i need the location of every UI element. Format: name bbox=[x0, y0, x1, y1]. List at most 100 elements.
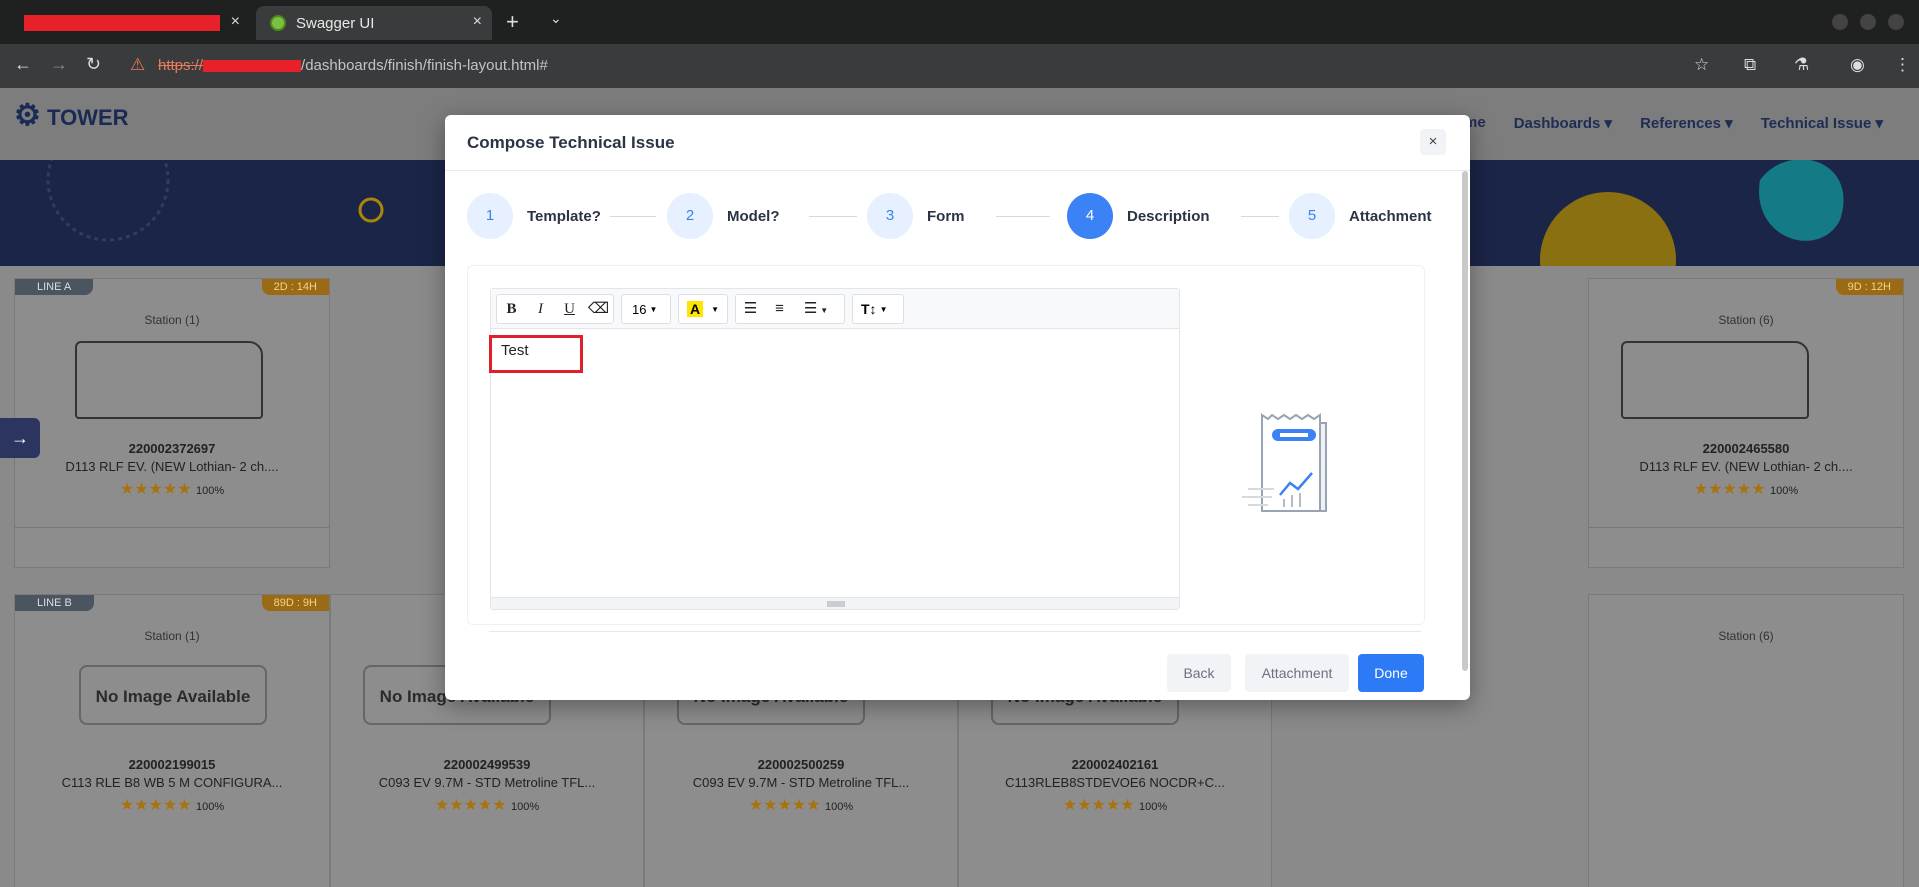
editor-content[interactable]: Test bbox=[489, 330, 1179, 598]
bus-card[interactable]: LINE B 89D : 9H Station (1) No Image Ava… bbox=[14, 594, 330, 887]
window-minimize-button[interactable] bbox=[1832, 14, 1848, 30]
underline-button[interactable]: U bbox=[555, 295, 584, 323]
step-number: 5 bbox=[1289, 193, 1335, 239]
step-description[interactable]: 4 Description bbox=[1067, 193, 1210, 239]
modal-title: Compose Technical Issue bbox=[467, 133, 675, 152]
rating-stars: ★★★★★ 100% bbox=[1693, 481, 1799, 498]
tower-logo[interactable]: ⚙ TOWER bbox=[14, 98, 129, 133]
numbered-list-icon[interactable]: ≡ bbox=[765, 295, 794, 323]
modal-header: Compose Technical Issue × bbox=[445, 115, 1470, 171]
line-height-icon: T↕ bbox=[861, 301, 877, 317]
rich-text-editor: B I U ⌫ 16 ▼ A ▼ ☰ ≡ ☰ ▼ T↕ ▼ Test bbox=[489, 288, 1180, 610]
back-button[interactable]: Back bbox=[1167, 654, 1231, 692]
attachment-button[interactable]: Attachment bbox=[1245, 654, 1349, 692]
menu-kebab-icon[interactable]: ⋮ bbox=[1894, 55, 1911, 75]
time-tag: 9D : 12H bbox=[1835, 279, 1903, 295]
step-template[interactable]: 1 Template? bbox=[467, 193, 601, 239]
bullet-list-icon[interactable]: ☰ bbox=[736, 295, 765, 323]
editor-resize-handle[interactable] bbox=[491, 597, 1179, 609]
card-footer bbox=[1589, 527, 1903, 567]
time-tag: 89D : 9H bbox=[261, 595, 329, 611]
bus-image bbox=[1621, 341, 1809, 419]
font-size-dropdown[interactable]: 16 ▼ bbox=[621, 294, 671, 324]
site-nav: me Dashboards ▾ References ▾ Technical I… bbox=[1464, 114, 1883, 132]
step-label: Attachment bbox=[1349, 207, 1432, 225]
browser-tab-redacted[interactable]: × bbox=[14, 6, 250, 40]
rating-stars: ★★★★★ 100% bbox=[434, 797, 540, 814]
step-model[interactable]: 2 Model? bbox=[667, 193, 780, 239]
step-connector bbox=[996, 216, 1050, 217]
editor-toolbar: B I U ⌫ 16 ▼ A ▼ ☰ ≡ ☰ ▼ T↕ ▼ bbox=[491, 289, 1179, 329]
description-panel: B I U ⌫ 16 ▼ A ▼ ☰ ≡ ☰ ▼ T↕ ▼ Test bbox=[467, 265, 1425, 625]
step-number: 3 bbox=[867, 193, 913, 239]
reload-icon[interactable]: ↻ bbox=[86, 54, 101, 75]
url-field[interactable]: https:// /dashboards/finish/finish-layout… bbox=[158, 57, 548, 74]
back-arrow-icon[interactable]: ← bbox=[14, 54, 32, 75]
step-connector bbox=[1241, 216, 1279, 217]
step-attachment[interactable]: 5 Attachment bbox=[1289, 193, 1432, 239]
modal-close-button[interactable]: × bbox=[1420, 129, 1446, 155]
chevron-down-icon: ▼ bbox=[879, 304, 888, 314]
step-label: Model? bbox=[727, 207, 780, 225]
station-label: Station (1) bbox=[144, 629, 200, 643]
bus-image bbox=[75, 341, 263, 419]
align-dropdown-icon[interactable]: ☰ ▼ bbox=[794, 295, 838, 323]
window-close-button[interactable] bbox=[1888, 14, 1904, 30]
highlight-color-group[interactable]: A ▼ bbox=[678, 294, 728, 324]
bus-id: 220002465580 bbox=[1702, 441, 1790, 456]
window-maximize-button[interactable] bbox=[1860, 14, 1876, 30]
step-form[interactable]: 3 Form bbox=[867, 193, 965, 239]
step-number: 1 bbox=[467, 193, 513, 239]
done-button[interactable]: Done bbox=[1358, 654, 1424, 692]
nav-references[interactable]: References ▾ bbox=[1640, 114, 1733, 132]
step-label: Form bbox=[927, 207, 965, 225]
bold-button[interactable]: B bbox=[497, 295, 526, 323]
bus-id: 220002402161 bbox=[1071, 757, 1159, 772]
tab-close-icon[interactable]: × bbox=[231, 13, 240, 31]
chevron-down-icon: ▼ bbox=[649, 304, 658, 314]
bus-card[interactable]: LINE A 2D : 14H Station (1) 220002372697… bbox=[14, 278, 330, 568]
footer-divider bbox=[489, 631, 1421, 632]
bus-card[interactable]: Station (6) bbox=[1588, 594, 1904, 887]
bus-desc: C093 EV 9.7M - STD Metroline TFL... bbox=[378, 775, 596, 790]
tab-list-chevron-icon[interactable]: ⌄ bbox=[550, 10, 562, 27]
station-label: Station (6) bbox=[1718, 313, 1774, 327]
eraser-icon[interactable]: ⌫ bbox=[584, 295, 613, 323]
nav-dashboards[interactable]: Dashboards ▾ bbox=[1514, 114, 1612, 132]
station-label: Station (6) bbox=[1718, 629, 1774, 643]
profile-icon[interactable]: ◉ bbox=[1850, 55, 1865, 75]
bus-id: 220002500259 bbox=[757, 757, 845, 772]
bus-card[interactable]: 9D : 12H Station (6) 220002465580 D113 R… bbox=[1588, 278, 1904, 568]
browser-tab-swagger[interactable]: Swagger UI × bbox=[256, 6, 492, 40]
modal-scrollbar[interactable] bbox=[1462, 171, 1468, 671]
bookmark-star-icon[interactable]: ☆ bbox=[1694, 55, 1709, 75]
browser-addressbar: ← → ↻ ⚠ https:// /dashboards/finish/finis… bbox=[0, 44, 1919, 88]
list-group: ☰ ≡ ☰ ▼ bbox=[735, 294, 845, 324]
font-size-value: 16 bbox=[632, 301, 647, 317]
station-label: Station (1) bbox=[144, 313, 200, 327]
rating-stars: ★★★★★ 100% bbox=[748, 797, 854, 814]
step-number: 4 bbox=[1067, 193, 1113, 239]
highlight-a-icon: A bbox=[687, 301, 704, 317]
redacted-tab-title bbox=[24, 15, 220, 31]
tab-close-icon[interactable]: × bbox=[473, 13, 482, 31]
side-arrow-right-icon[interactable]: → bbox=[0, 418, 40, 458]
italic-button[interactable]: I bbox=[526, 295, 555, 323]
format-group: B I U ⌫ bbox=[496, 294, 614, 324]
new-tab-icon[interactable]: + bbox=[506, 9, 519, 35]
site-warning-icon[interactable]: ⚠ bbox=[130, 55, 145, 75]
url-scheme: https:// bbox=[158, 57, 204, 74]
forward-arrow-icon[interactable]: → bbox=[50, 54, 68, 75]
step-label: Template? bbox=[527, 207, 601, 225]
bus-desc: C113 RLE B8 WB 5 M CONFIGURA... bbox=[61, 775, 283, 790]
labs-flask-icon[interactable]: ⚗ bbox=[1794, 55, 1809, 75]
chevron-down-icon: ▼ bbox=[711, 304, 720, 314]
nav-technical-issue[interactable]: Technical Issue ▾ bbox=[1761, 114, 1883, 132]
bus-desc: D113 RLF EV. (NEW Lothian- 2 ch.... bbox=[1639, 459, 1853, 474]
text-style-dropdown[interactable]: T↕ ▼ bbox=[852, 294, 904, 324]
step-number: 2 bbox=[667, 193, 713, 239]
extensions-icon[interactable]: ⧉ bbox=[1744, 55, 1756, 75]
rating-stars: ★★★★★ 100% bbox=[1062, 797, 1168, 814]
url-redacted-host bbox=[203, 60, 302, 73]
tab-title: Swagger UI bbox=[296, 14, 375, 32]
